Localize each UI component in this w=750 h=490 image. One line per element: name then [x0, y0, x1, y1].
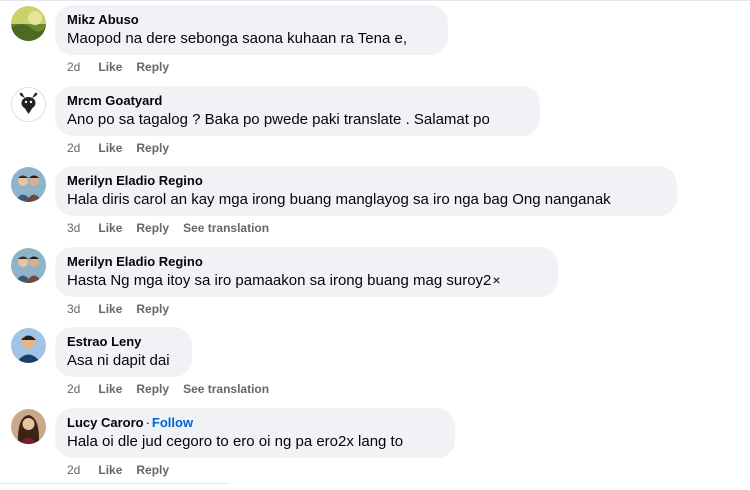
comment-actions: 2d Like Reply: [67, 141, 183, 155]
like-button[interactable]: Like: [98, 141, 122, 155]
woman-icon[interactable]: [11, 409, 46, 444]
comment-text: Maopod na dere sebonga saona kuhaan ra T…: [67, 30, 407, 47]
comment-author-line: Lucy Caroro · Follow: [67, 415, 193, 430]
see-translation-button[interactable]: See translation: [183, 221, 269, 235]
comment-author[interactable]: Mikz Abuso: [67, 12, 139, 27]
comment-item: Merilyn Eladio Regino Hasta Ng mga itoy …: [0, 247, 750, 327]
like-button[interactable]: Like: [98, 221, 122, 235]
comment-actions: 2d Like Reply: [67, 60, 183, 74]
comment-bubble: Mikz Abuso Maopod na dere sebonga saona …: [55, 5, 448, 55]
comment-bubble: Merilyn Eladio Regino Hasta Ng mga itoy …: [55, 247, 558, 297]
comment-author[interactable]: Merilyn Eladio Regino: [67, 173, 203, 188]
reply-button[interactable]: Reply: [136, 463, 169, 477]
comment-author[interactable]: Merilyn Eladio Regino: [67, 254, 203, 269]
comment-time[interactable]: 2d: [67, 141, 80, 155]
comment-text: Hala diris carol an kay mga irong buang …: [67, 191, 611, 208]
comment-text: Hala oi dle jud cegoro to ero oi ng pa e…: [67, 433, 404, 450]
comment-author[interactable]: Mrcm Goatyard: [67, 93, 162, 108]
comment-bubble: Estrao Leny Asa ni dapit dai: [55, 327, 192, 377]
comment-bubble: Mrcm Goatyard Ano po sa tagalog ? Baka p…: [55, 86, 540, 136]
comment-actions: 3d Like Reply See translation: [67, 221, 283, 235]
comment-item: Mrcm Goatyard Ano po sa tagalog ? Baka p…: [0, 86, 750, 166]
like-button[interactable]: Like: [98, 382, 122, 396]
comment-time[interactable]: 3d: [67, 302, 80, 316]
reply-button[interactable]: Reply: [136, 60, 169, 74]
comment-bubble: Merilyn Eladio Regino Hala diris carol a…: [55, 166, 677, 216]
comment-item: Mikz Abuso Maopod na dere sebonga saona …: [0, 5, 750, 85]
like-button[interactable]: Like: [98, 463, 122, 477]
person-icon[interactable]: [11, 328, 46, 363]
comment-bubble: Lucy Caroro · Follow Hala oi dle jud cegor…: [55, 408, 455, 458]
reply-button[interactable]: Reply: [136, 221, 169, 235]
reply-button[interactable]: Reply: [136, 382, 169, 396]
comment-author[interactable]: Estrao Leny: [67, 334, 141, 349]
comment-actions: 2d Like Reply: [67, 463, 183, 477]
see-translation-button[interactable]: See translation: [183, 382, 269, 396]
comment-item: Estrao Leny Asa ni dapit dai 2d Like Reply…: [0, 327, 750, 407]
like-button[interactable]: Like: [98, 302, 122, 316]
separator-dot: ·: [145, 415, 150, 430]
reply-button[interactable]: Reply: [136, 141, 169, 155]
people-icon[interactable]: [11, 248, 46, 283]
comment-text-body: Hasta Ng mga itoy sa iro pamaakon sa iro…: [67, 272, 492, 289]
people-icon[interactable]: [11, 167, 46, 202]
comment-time[interactable]: 3d: [67, 221, 80, 235]
comment-actions: 2d Like Reply See translation: [67, 382, 283, 396]
comment-item: Merilyn Eladio Regino Hala diris carol a…: [0, 166, 750, 246]
comment-text: Ano po sa tagalog ? Baka po pwede paki t…: [67, 111, 490, 128]
comment-text: Asa ni dapit dai: [67, 352, 170, 369]
comment-actions: 3d Like Reply: [67, 302, 183, 316]
comment-author[interactable]: Lucy Caroro: [67, 415, 144, 430]
comment-item: Lucy Caroro · Follow Hala oi dle jud cegor…: [0, 408, 750, 488]
nature-icon[interactable]: [11, 6, 46, 41]
text-suffix: ×: [492, 272, 501, 288]
comment-text: Hasta Ng mga itoy sa iro pamaakon sa iro…: [67, 272, 501, 289]
comment-time[interactable]: 2d: [67, 60, 80, 74]
follow-button[interactable]: Follow: [152, 415, 193, 430]
comment-time[interactable]: 2d: [67, 463, 80, 477]
comment-time[interactable]: 2d: [67, 382, 80, 396]
reply-button[interactable]: Reply: [136, 302, 169, 316]
like-button[interactable]: Like: [98, 60, 122, 74]
goat-logo-icon[interactable]: [11, 87, 46, 122]
